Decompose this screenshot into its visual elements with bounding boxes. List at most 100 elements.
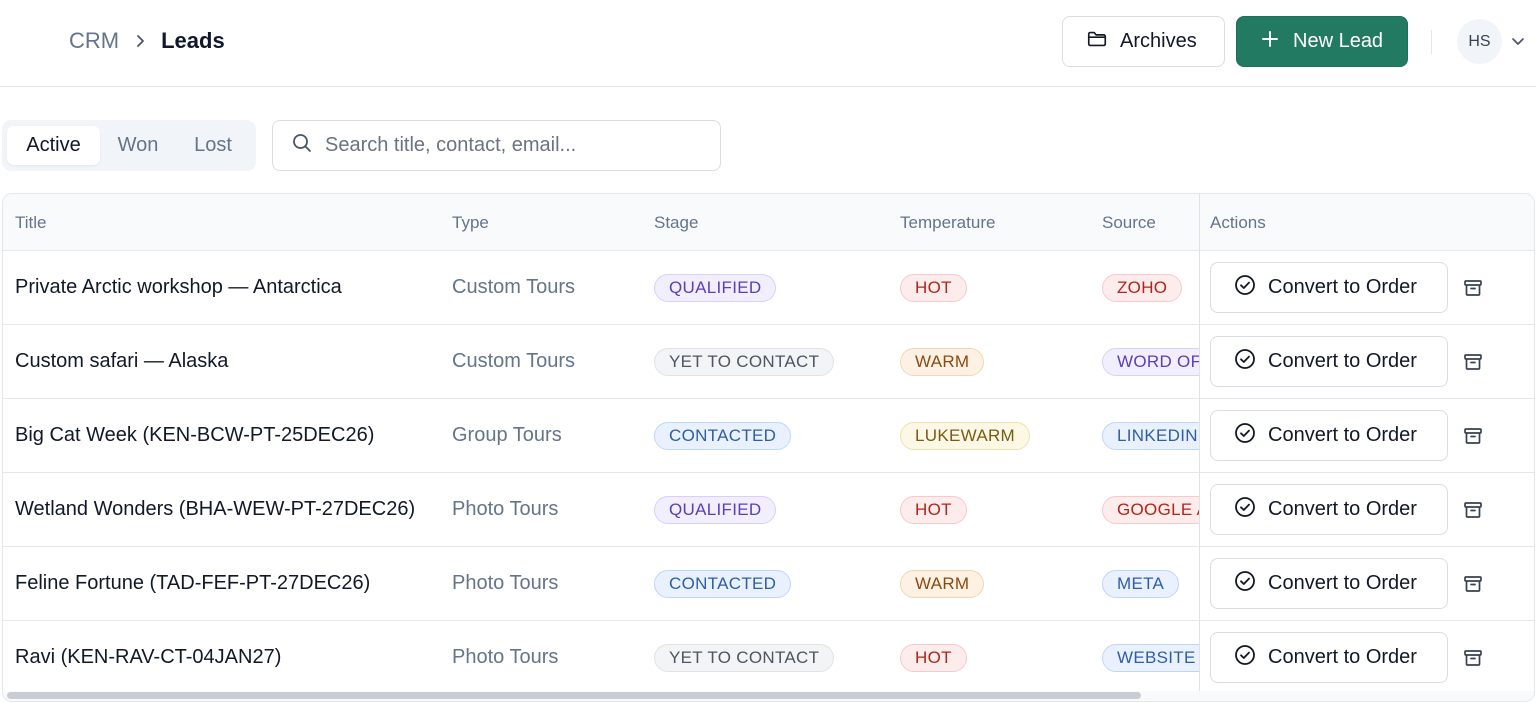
lead-type: Custom Tours [452,350,576,372]
stage-cell: YET TO CONTACT [654,621,835,694]
source-badge: GOOGLE A [1102,495,1199,524]
check-circle-icon [1234,570,1256,598]
new-lead-label: New Lead [1293,30,1384,52]
convert-to-order-button[interactable]: Convert to Order [1210,336,1448,387]
temperature-badge: HOT [900,273,967,302]
temperature-badge: LUKEWARM [900,421,1031,450]
temperature-badge: HOT [900,643,967,672]
convert-to-order-button[interactable]: Convert to Order [1210,632,1448,683]
source-badge: LINKEDIN [1102,421,1199,450]
temperature-cell: WARM [900,325,985,398]
temperature-cell: HOT [900,473,967,546]
stage-badge: YET TO CONTACT [654,643,835,672]
convert-label: Convert to Order [1268,498,1417,520]
archives-button[interactable]: Archives [1062,16,1225,67]
avatar[interactable]: HS [1457,19,1502,64]
column-header-temperature[interactable]: Temperature [900,213,995,233]
stage-cell: QUALIFIED [654,473,777,546]
lead-title[interactable]: Ravi (KEN-RAV-CT-04JAN27) [15,621,281,694]
check-circle-icon [1234,644,1256,672]
source-cell: WEBSITE [1102,621,1199,694]
column-header-actions: Actions [1210,213,1266,232]
archives-label: Archives [1120,30,1197,52]
archive-icon[interactable] [1461,424,1485,448]
archive-icon[interactable] [1461,350,1485,374]
convert-to-order-button[interactable]: Convert to Order [1210,558,1448,609]
source-badge: META [1102,569,1180,598]
lead-title[interactable]: Custom safari — Alaska [15,325,228,398]
archive-icon[interactable] [1461,646,1485,670]
lead-title[interactable]: Big Cat Week (KEN-BCW-PT-25DEC26) [15,399,374,472]
lead-title[interactable]: Wetland Wonders (BHA-WEW-PT-27DEC26) [15,473,415,546]
archive-icon[interactable] [1461,572,1485,596]
folder-icon [1086,28,1108,56]
stage-badge: CONTACTED [654,421,792,450]
temperature-cell: WARM [900,547,985,620]
temperature-cell: HOT [900,621,967,694]
lead-type: Photo Tours [452,646,559,668]
source-cell: LINKEDIN [1102,399,1199,472]
archive-icon[interactable] [1461,498,1485,522]
header-divider [1431,30,1432,54]
top-bar: CRM Leads Archives New Lead HS [0,0,1536,87]
source-cell: WORD OF [1102,325,1199,398]
lead-type: Group Tours [452,424,562,446]
convert-label: Convert to Order [1268,424,1417,446]
breadcrumb-current: Leads [161,28,225,53]
chevron-right-icon [133,34,147,48]
source-badge: WORD OF [1102,347,1199,376]
stage-cell: YET TO CONTACT [654,325,835,398]
stage-badge: YET TO CONTACT [654,347,835,376]
temperature-cell: HOT [900,251,967,324]
convert-to-order-button[interactable]: Convert to Order [1210,410,1448,461]
stage-cell: CONTACTED [654,547,792,620]
source-cell: META [1102,547,1199,620]
stage-badge: CONTACTED [654,569,792,598]
tab-lost[interactable]: Lost [176,126,250,165]
tab-won[interactable]: Won [100,126,176,165]
stage-cell: QUALIFIED [654,251,777,324]
horizontal-scrollbar-thumb[interactable] [7,692,1141,699]
check-circle-icon [1234,348,1256,376]
tab-active[interactable]: Active [7,126,100,165]
search-icon [291,132,313,159]
convert-label: Convert to Order [1268,276,1417,298]
source-cell: GOOGLE A [1102,473,1199,546]
chevron-down-icon[interactable] [1510,33,1526,49]
check-circle-icon [1234,422,1256,450]
convert-label: Convert to Order [1268,646,1417,668]
temperature-badge: WARM [900,347,985,376]
column-header-stage[interactable]: Stage [654,213,698,233]
lead-title[interactable]: Private Arctic workshop — Antarctica [15,251,342,324]
search-input[interactable] [325,134,695,157]
leads-table: Title Type Stage Temperature Source Priv… [2,193,1535,702]
column-header-type[interactable]: Type [452,213,489,233]
convert-to-order-button[interactable]: Convert to Order [1210,484,1448,535]
source-badge: WEBSITE [1102,643,1199,672]
check-circle-icon [1234,496,1256,524]
check-circle-icon [1234,274,1256,302]
stage-badge: QUALIFIED [654,273,777,302]
lead-type: Photo Tours [452,572,559,594]
archive-icon[interactable] [1461,276,1485,300]
breadcrumb-crm-link[interactable]: CRM [69,28,119,54]
convert-label: Convert to Order [1268,572,1417,594]
lead-title[interactable]: Feline Fortune (TAD-FEF-PT-27DEC26) [15,547,370,620]
temperature-badge: WARM [900,569,985,598]
temperature-badge: HOT [900,495,967,524]
convert-to-order-button[interactable]: Convert to Order [1210,262,1448,313]
source-badge: ZOHO [1102,273,1183,302]
stage-badge: QUALIFIED [654,495,777,524]
column-header-source[interactable]: Source [1102,213,1156,233]
source-cell: ZOHO [1102,251,1199,324]
convert-label: Convert to Order [1268,350,1417,372]
plus-icon [1261,30,1279,54]
status-filter-tabs: Active Won Lost [2,120,256,171]
lead-type: Photo Tours [452,498,559,520]
new-lead-button[interactable]: New Lead [1236,16,1408,67]
column-header-title[interactable]: Title [15,213,47,233]
search-box [272,120,721,171]
temperature-cell: LUKEWARM [900,399,1031,472]
breadcrumb: CRM Leads [69,28,225,54]
lead-type: Custom Tours [452,276,576,298]
